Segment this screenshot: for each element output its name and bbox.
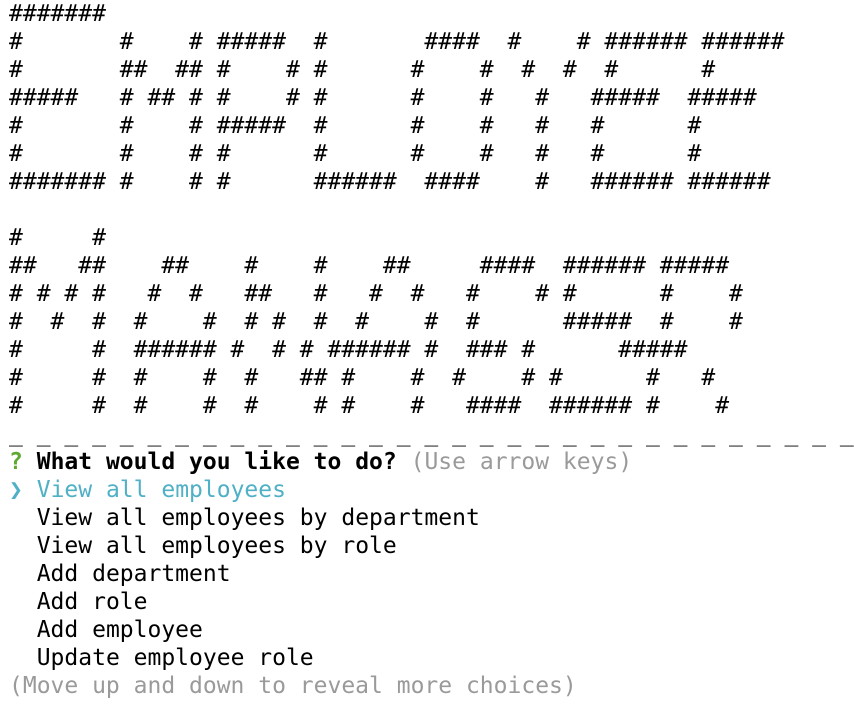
menu-option-label: Add department — [36, 561, 231, 587]
prompt-question: What would you like to do? — [36, 449, 397, 475]
banner-employee-line: # ## ## # # # # # # # # # — [9, 57, 716, 83]
menu-option-label: View all employees by department — [36, 505, 480, 531]
menu-option[interactable]: View all employees by role — [9, 532, 854, 560]
banner-manager-line: # # ###### # # # ###### # ### # ##### — [9, 337, 688, 363]
banner-employee-line: ##### # ## # # # # # # # ##### ##### — [9, 85, 757, 111]
banner-employee-line: # # # # # # # # # # — [9, 141, 702, 167]
menu-option-label: View all employees by role — [36, 533, 397, 559]
menu-prompt: ? What would you like to do? (Use arrow … — [9, 448, 854, 700]
menu-option-label: Add role — [36, 589, 148, 615]
banner-employee-line: # # # ##### # # # # # # — [9, 113, 702, 139]
menu-option-label: View all employees — [36, 477, 286, 503]
ascii-banner: ####### # # # ##### # #### # # ###### ##… — [9, 0, 854, 448]
menu-option-selected[interactable]: ❯ View all employees — [9, 476, 854, 504]
menu-option[interactable]: View all employees by department — [9, 504, 854, 532]
question-mark-icon: ? — [9, 449, 23, 475]
banner-manager-line: # # # # # # # # # # # ##### # # — [9, 309, 743, 335]
menu-option-label: Add employee — [36, 617, 203, 643]
banner-manager-line: # # # # # # ## # # # # # # # # — [9, 281, 743, 307]
selection-pointer-icon: ❯ — [9, 477, 23, 503]
more-choices-hint: (Move up and down to reveal more choices… — [9, 673, 577, 699]
banner-manager-line: # # # # # ## # # # # # # # — [9, 365, 716, 391]
banner-employee-line: ####### — [9, 1, 106, 27]
prompt-question-line: ? What would you like to do? (Use arrow … — [9, 448, 854, 476]
menu-option[interactable]: Add department — [9, 560, 854, 588]
menu-option[interactable]: Add employee — [9, 616, 854, 644]
banner-spacer — [9, 196, 854, 224]
banner-manager-line: ## ## ## # # ## #### ###### ##### — [9, 253, 730, 279]
prompt-hint: (Use arrow keys) — [410, 449, 633, 475]
banner-employee-line: ####### # # # ###### #### # ###### #####… — [9, 169, 771, 195]
banner-manager-line: # # # # # # # # #### ###### # # — [9, 393, 730, 419]
menu-option[interactable]: Add role — [9, 588, 854, 616]
banner-manager-line: # # — [9, 225, 106, 251]
banner-employee-line: # # # ##### # #### # # ###### ###### — [9, 29, 785, 55]
menu-option-label: Update employee role — [36, 645, 314, 671]
menu-option[interactable]: Update employee role — [9, 644, 854, 672]
terminal-output: ####### # # # ##### # #### # # ###### ##… — [9, 0, 854, 700]
banner-divider: _ _ _ _ _ _ _ _ _ _ _ _ _ _ _ _ _ _ _ _ … — [9, 421, 854, 447]
